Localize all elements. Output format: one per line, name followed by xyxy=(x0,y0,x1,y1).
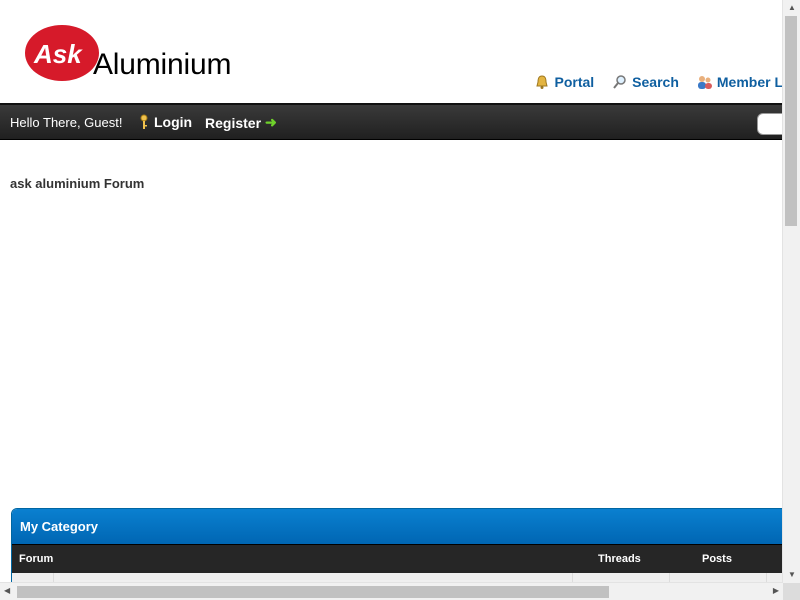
search-link[interactable]: Search xyxy=(612,74,679,90)
search-label: Search xyxy=(632,74,679,90)
forum-title: ask aluminium Forum xyxy=(10,176,145,191)
key-icon xyxy=(140,114,148,129)
scroll-right-icon[interactable]: ▶ xyxy=(773,587,779,595)
site-title: Aluminium xyxy=(93,48,232,81)
register-label: Register xyxy=(205,114,262,131)
category-table: My Category Forum Threads Posts xyxy=(11,508,783,583)
logo-word: Ask xyxy=(33,39,83,69)
horizontal-scrollbar[interactable]: ◀ ▶ xyxy=(0,582,783,600)
login-label: Login xyxy=(154,114,193,130)
category-title[interactable]: My Category xyxy=(12,509,783,544)
scroll-up-icon[interactable]: ▲ xyxy=(788,4,796,12)
user-panel: Hello There, Guest! Login Register ➜ xyxy=(0,103,783,140)
horizontal-scroll-thumb[interactable] xyxy=(17,586,609,598)
threads-column-header: Threads xyxy=(598,553,641,565)
forum-column-header: Forum xyxy=(19,553,54,565)
top-navigation: Portal Search Member L xyxy=(534,74,783,90)
scroll-down-icon[interactable]: ▼ xyxy=(788,571,796,579)
ask-logo[interactable]: Ask xyxy=(24,24,102,82)
welcome-text: Hello There, Guest! xyxy=(10,115,123,130)
login-link[interactable]: Login xyxy=(138,114,192,130)
panel-search-input[interactable] xyxy=(757,113,783,135)
category-columns: Forum Threads Posts xyxy=(12,544,783,573)
members-icon xyxy=(697,76,712,89)
arrow-right-icon: ➜ xyxy=(265,114,277,130)
bell-icon xyxy=(536,75,549,89)
portal-link[interactable]: Portal xyxy=(534,74,594,90)
scrollbar-corner xyxy=(783,583,800,600)
vertical-scrollbar[interactable]: ▲ ▼ xyxy=(782,0,800,583)
member-list-link[interactable]: Member L xyxy=(697,74,783,90)
vertical-scroll-thumb[interactable] xyxy=(785,16,797,226)
register-link[interactable]: Register ➜ xyxy=(205,114,277,131)
member-list-label: Member L xyxy=(716,74,783,90)
posts-column-header: Posts xyxy=(702,553,732,565)
magnifier-icon xyxy=(613,75,626,89)
scroll-left-icon[interactable]: ◀ xyxy=(4,587,10,595)
portal-label: Portal xyxy=(554,74,595,90)
page-viewport: Ask Aluminium Portal Search Member L Hel… xyxy=(0,0,783,583)
